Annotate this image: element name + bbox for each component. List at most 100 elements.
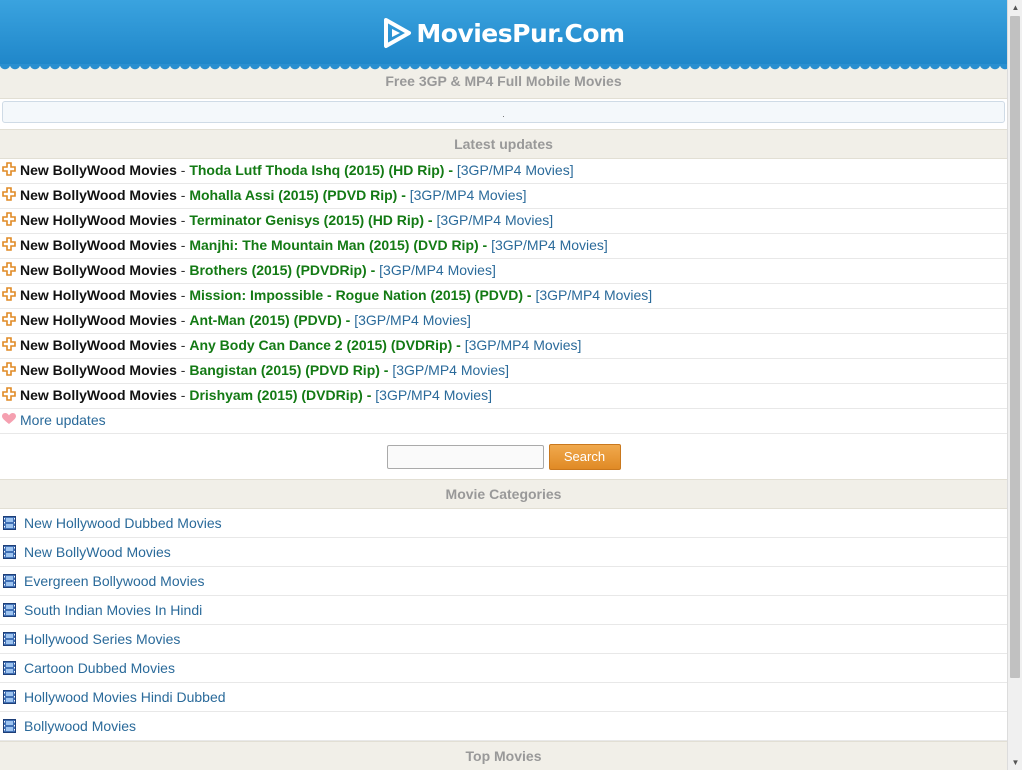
search-input[interactable] — [386, 444, 544, 469]
update-format-link[interactable]: [3GP/MP4 Movies] — [465, 337, 582, 353]
update-category-link[interactable]: New HollyWood Movies — [20, 287, 177, 303]
update-category-link[interactable]: New BollyWood Movies — [20, 237, 177, 253]
plus-icon — [2, 212, 16, 226]
site-logo[interactable]: MoviesPur.Com — [382, 17, 625, 49]
film-icon — [3, 632, 16, 646]
update-title-link[interactable]: Thoda Lutf Thoda Ishq (2015) (HD Rip) - — [189, 162, 453, 178]
update-category-link[interactable]: New HollyWood Movies — [20, 312, 177, 328]
movie-categories-heading: Movie Categories — [0, 479, 1007, 509]
plus-icon — [2, 287, 16, 301]
update-format-link[interactable]: [3GP/MP4 Movies] — [375, 387, 492, 403]
update-item: New BollyWood Movies - Thoda Lutf Thoda … — [0, 159, 1007, 184]
update-format-link[interactable]: [3GP/MP4 Movies] — [535, 287, 652, 303]
update-category-link[interactable]: New BollyWood Movies — [20, 262, 177, 278]
film-icon — [3, 661, 16, 675]
update-category-link[interactable]: New HollyWood Movies — [20, 212, 177, 228]
update-title-link[interactable]: Manjhi: The Mountain Man (2015) (DVD Rip… — [189, 237, 487, 253]
category-item: New Hollywood Dubbed Movies — [0, 509, 1007, 538]
plus-icon — [2, 187, 16, 201]
heart-icon — [2, 413, 16, 424]
plus-icon — [2, 337, 16, 351]
separator: - — [176, 362, 190, 378]
separator: - — [176, 387, 190, 403]
scroll-up-arrow-icon[interactable]: ▲ — [1008, 0, 1022, 15]
category-link[interactable]: Evergreen Bollywood Movies — [24, 573, 205, 589]
update-title-link[interactable]: Mission: Impossible - Rogue Nation (2015… — [189, 287, 531, 303]
update-title-link[interactable]: Brothers (2015) (PDVDRip) - — [189, 262, 375, 278]
search-button[interactable]: Search — [548, 443, 621, 470]
separator: - — [176, 212, 190, 228]
update-title-link[interactable]: Drishyam (2015) (DVDRip) - — [189, 387, 371, 403]
category-link[interactable]: New BollyWood Movies — [24, 544, 171, 560]
update-format-link[interactable]: [3GP/MP4 Movies] — [436, 212, 553, 228]
update-category-link[interactable]: New BollyWood Movies — [20, 337, 177, 353]
update-title-link[interactable]: Terminator Genisys (2015) (HD Rip) - — [189, 212, 432, 228]
latest-updates-heading: Latest updates — [0, 129, 1007, 159]
category-item: Hollywood Movies Hindi Dubbed — [0, 683, 1007, 712]
update-item: New BollyWood Movies - Brothers (2015) (… — [0, 259, 1007, 284]
update-format-link[interactable]: [3GP/MP4 Movies] — [410, 187, 527, 203]
category-link[interactable]: Hollywood Series Movies — [24, 631, 180, 647]
separator: - — [176, 337, 190, 353]
update-format-link[interactable]: [3GP/MP4 Movies] — [354, 312, 471, 328]
update-item: New BollyWood Movies - Drishyam (2015) (… — [0, 384, 1007, 409]
update-format-link[interactable]: [3GP/MP4 Movies] — [457, 162, 574, 178]
category-link[interactable]: Hollywood Movies Hindi Dubbed — [24, 689, 226, 705]
update-format-link[interactable]: [3GP/MP4 Movies] — [392, 362, 509, 378]
category-link[interactable]: Bollywood Movies — [24, 718, 136, 734]
category-item: South Indian Movies In Hindi — [0, 596, 1007, 625]
separator: - — [176, 187, 190, 203]
top-movies-heading: Top Movies — [0, 741, 1007, 770]
update-title-link[interactable]: Bangistan (2015) (PDVD Rip) - — [189, 362, 388, 378]
scroll-down-arrow-icon[interactable]: ▼ — [1008, 755, 1022, 770]
film-icon — [3, 516, 16, 530]
category-link[interactable]: New Hollywood Dubbed Movies — [24, 515, 222, 531]
scrollbar-thumb[interactable] — [1010, 16, 1020, 678]
category-list: New Hollywood Dubbed Movies New BollyWoo… — [0, 509, 1007, 741]
category-item: Evergreen Bollywood Movies — [0, 567, 1007, 596]
film-icon — [3, 574, 16, 588]
search-bar: Search — [0, 434, 1007, 479]
separator: - — [176, 162, 190, 178]
update-category-link[interactable]: New BollyWood Movies — [20, 187, 177, 203]
update-title-link[interactable]: Ant-Man (2015) (PDVD) - — [189, 312, 350, 328]
logo-text: MoviesPur.Com — [416, 18, 625, 48]
film-icon — [3, 719, 16, 733]
update-format-link[interactable]: [3GP/MP4 Movies] — [491, 237, 608, 253]
update-category-link[interactable]: New BollyWood Movies — [20, 387, 177, 403]
film-icon — [3, 603, 16, 617]
plus-icon — [2, 362, 16, 376]
play-icon — [384, 18, 412, 48]
update-item: New BollyWood Movies - Mohalla Assi (201… — [0, 184, 1007, 209]
category-item: New BollyWood Movies — [0, 538, 1007, 567]
update-category-link[interactable]: New BollyWood Movies — [20, 362, 177, 378]
update-title-link[interactable]: Mohalla Assi (2015) (PDVD Rip) - — [189, 187, 406, 203]
update-item: New HollyWood Movies - Ant-Man (2015) (P… — [0, 309, 1007, 334]
vertical-scrollbar[interactable]: ▲ ▼ — [1007, 0, 1022, 770]
plus-icon — [2, 312, 16, 326]
film-icon — [3, 690, 16, 704]
plus-icon — [2, 162, 16, 176]
more-updates-link[interactable]: More updates — [20, 412, 106, 428]
category-link[interactable]: South Indian Movies In Hindi — [24, 602, 202, 618]
more-updates-row: More updates — [0, 409, 1007, 434]
category-item: Bollywood Movies — [0, 712, 1007, 741]
update-format-link[interactable]: [3GP/MP4 Movies] — [379, 262, 496, 278]
separator: - — [176, 237, 190, 253]
category-link[interactable]: Cartoon Dubbed Movies — [24, 660, 175, 676]
update-item: New BollyWood Movies - Any Body Can Danc… — [0, 334, 1007, 359]
latest-updates-list: New BollyWood Movies - Thoda Lutf Thoda … — [0, 159, 1007, 434]
separator: - — [176, 262, 190, 278]
update-title-link[interactable]: Any Body Can Dance 2 (2015) (DVDRip) - — [189, 337, 461, 353]
page: MoviesPur.Com Free 3GP & MP4 Full Mobile… — [0, 0, 1007, 770]
plus-icon — [2, 387, 16, 401]
separator: - — [176, 287, 190, 303]
plus-icon — [2, 262, 16, 276]
update-item: New BollyWood Movies - Manjhi: The Mount… — [0, 234, 1007, 259]
category-item: Cartoon Dubbed Movies — [0, 654, 1007, 683]
update-category-link[interactable]: New BollyWood Movies — [20, 162, 177, 178]
film-icon — [3, 545, 16, 559]
site-header: MoviesPur.Com — [0, 0, 1007, 74]
notice-container: . — [0, 99, 1007, 129]
notice-box: . — [2, 101, 1005, 123]
